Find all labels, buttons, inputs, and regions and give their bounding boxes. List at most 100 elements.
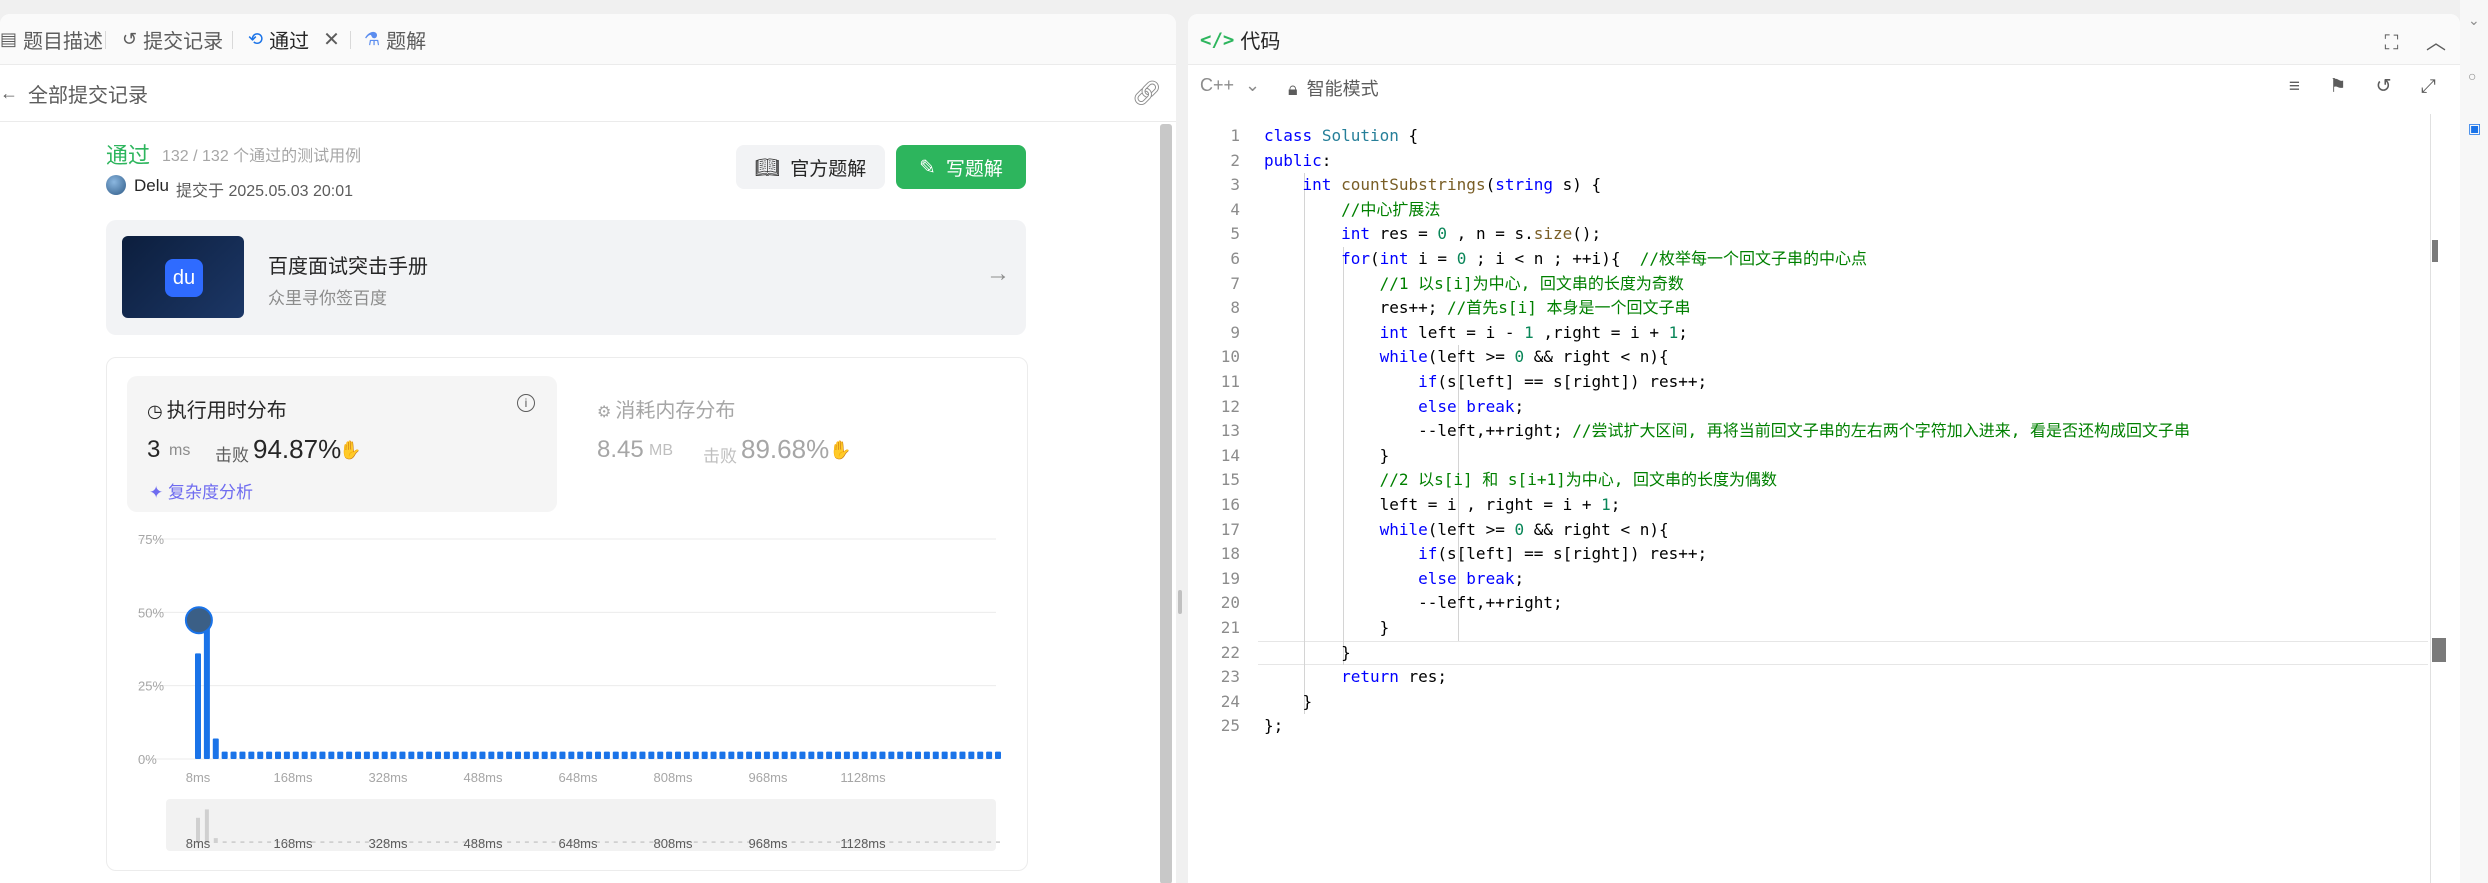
code-line[interactable]: 23 return res; [1188, 665, 1447, 690]
code-text: //2 以s[i] 和 s[i+1]为中心, 回文串的长度为偶数 [1379, 470, 1777, 490]
testcase-summary: 132 / 132 个通过的测试用例 [162, 148, 362, 165]
line-number: 11 [1220, 372, 1240, 391]
line-number: 21 [1220, 618, 1240, 637]
code-line[interactable]: 22 } [1188, 641, 1351, 666]
memory-distribution-tab[interactable]: ⚙ 消耗内存分布 [597, 394, 735, 423]
write-solution-button[interactable]: ✎ 写题解 [896, 145, 1026, 189]
tab-accepted[interactable]: ⟲ 通过 ✕ [248, 25, 340, 53]
overview-bar [720, 841, 725, 843]
overview-bar [542, 841, 547, 843]
code-line[interactable]: 20 --left,++right; [1188, 591, 1563, 616]
overview-tick-label: 1128ms [840, 836, 886, 851]
code-line[interactable]: 8 res++; //首先s[i] 本身是一个回文子串 [1188, 296, 1690, 321]
promo-card[interactable]: du 百度面试突击手册 众里寻你签百度 → [106, 220, 1026, 335]
code-line[interactable]: 12 else break; [1188, 395, 1524, 420]
line-number: 1 [1230, 126, 1240, 145]
code-title-text: 代码 [1240, 31, 1281, 53]
code-line[interactable]: 18 if(s[left] == s[right]) res++; [1188, 542, 1707, 567]
format-icon[interactable]: ≡ [2289, 76, 2312, 97]
smart-mode-toggle[interactable]: 🔒︎ 智能模式 [1288, 75, 1379, 101]
overview-bar [533, 841, 538, 843]
line-number: 20 [1220, 593, 1240, 613]
author-name[interactable]: Delu [134, 176, 169, 196]
runtime-distribution-tab[interactable]: ◷ 执行用时分布 i 3 ms 击败 94.87% ✋ ✦ 复杂度分析 [127, 376, 557, 512]
runtime-value: 3 [147, 436, 161, 463]
code-line[interactable]: 9 int left = i - 1 ,right = i + 1; [1188, 321, 1688, 346]
code-line[interactable]: 5 int res = 0 , n = s.size(); [1188, 222, 1601, 247]
overview-bar [978, 841, 983, 843]
search-icon[interactable]: ○ [2468, 68, 2476, 84]
runtime-distribution-chart[interactable]: 75% 50% 25% 0% 8ms 168ms 328ms 488ms 648ms 808ms 9… [106, 524, 1026, 854]
overview-bar [320, 841, 325, 843]
histogram-bar [772, 751, 779, 759]
code-line[interactable]: 6 for(int i = 0 ; i < n ; ++i){ //枚举每一个回… [1188, 247, 1867, 272]
overview-bar [347, 841, 352, 843]
code-line[interactable]: 11 if(s[left] == s[right]) res++; [1188, 370, 1707, 395]
histogram-bar [266, 751, 273, 759]
code-line[interactable]: 3 int countSubstrings(string s) { [1188, 173, 1601, 198]
memory-value: 8.45 [597, 436, 644, 463]
code-editor[interactable]: 1 class Solution {2 public: 3 int countSubs… [1188, 114, 2432, 883]
avatar[interactable] [106, 175, 126, 195]
code-line[interactable]: 13 --left,++right; //尝试扩大区间, 再将当前回文子串的左右… [1188, 419, 2190, 444]
code-line[interactable]: 24 } [1188, 690, 1312, 715]
back-to-submissions[interactable]: ← 全部提交记录 [0, 65, 148, 121]
histogram-bar [870, 751, 877, 759]
editor-scrollbar[interactable] [2430, 114, 2431, 883]
submission-panel: ▤ 题目描述 ↺ 提交记录 ⟲ 通过 ✕ ⚗ 题解 ← 全部提交记录 🔗︎ 通过… [0, 14, 1176, 883]
close-icon[interactable]: ✕ [323, 27, 340, 52]
histogram-bar [710, 751, 717, 759]
code-text: while(left >= 0 && right < n){ [1379, 347, 1669, 367]
panel-splitter[interactable] [1178, 590, 1182, 614]
tab-submissions[interactable]: ↺ 提交记录 [122, 25, 223, 53]
code-line[interactable]: 10 while(left >= 0 && right < n){ [1188, 345, 1669, 370]
histogram-bar [319, 751, 326, 759]
code-line[interactable]: 25}; [1188, 714, 1284, 739]
code-toolbar: C++ ⌄ 🔒︎ 智能模式 ≡ ⚑ ↺ ⤢ [1188, 65, 2460, 109]
expand-icon[interactable]: ⤢ [2421, 76, 2448, 97]
line-number: 6 [1230, 249, 1240, 268]
fullscreen-icon[interactable]: ⛶ [2384, 32, 2398, 54]
status-accepted: 通过 [106, 143, 151, 168]
code-line[interactable]: 17 while(left >= 0 && right < n){ [1188, 518, 1669, 543]
tab-solutions[interactable]: ⚗ 题解 [364, 25, 426, 53]
reset-icon[interactable]: ↺ [2376, 76, 2404, 97]
promo-title: 百度面试突击手册 [268, 256, 428, 278]
histogram-bar [879, 751, 886, 759]
editor-scroll-thumb[interactable] [2432, 240, 2438, 262]
left-scrollbar[interactable] [1160, 124, 1172, 883]
histogram-bar [666, 751, 673, 759]
code-line[interactable]: 21 } [1188, 616, 1390, 641]
bookmark-icon[interactable]: ⚑ [2329, 76, 2358, 97]
info-icon[interactable]: i [517, 394, 535, 412]
histogram-bar [355, 751, 361, 759]
chevron-down-icon[interactable]: ⌄ [2468, 12, 2480, 29]
histogram-bar [497, 751, 504, 759]
code-line[interactable]: 14 } [1188, 444, 1390, 469]
overview-tick-label: 328ms [368, 836, 408, 851]
language-select[interactable]: C++ ⌄ [1200, 75, 1260, 96]
code-line[interactable]: 1 class Solution { [1188, 124, 1418, 149]
complexity-analysis-link[interactable]: ✦ 复杂度分析 [149, 478, 253, 503]
collapse-icon[interactable]: ︿ [2426, 32, 2446, 54]
histogram-bar [381, 751, 388, 759]
official-solution-button[interactable]: 📖︎ 官方题解 [736, 145, 885, 189]
note-icon[interactable]: ▣ [2468, 120, 2481, 137]
code-line[interactable]: 19 else break; [1188, 567, 1524, 592]
overview-tick-label: 808ms [653, 836, 693, 851]
y-tick-label: 50% [138, 605, 164, 620]
link-icon[interactable]: 🔗︎ [1132, 79, 1162, 108]
tab-description[interactable]: ▤ 题目描述 [0, 25, 103, 53]
overview-bar [507, 841, 512, 843]
memory-title-text: 消耗内存分布 [615, 400, 736, 422]
code-line[interactable]: 7 //1 以s[i]为中心, 回文串的长度为奇数 [1188, 272, 1684, 297]
histogram-bar [959, 751, 966, 759]
histogram-bar [701, 751, 708, 759]
code-line[interactable]: 4 //中心扩展法 [1188, 198, 1440, 223]
code-line[interactable]: 2 public: [1188, 149, 1331, 174]
code-line[interactable]: 16 left = i , right = i + 1; [1188, 493, 1621, 518]
code-line[interactable]: 15 //2 以s[i] 和 s[i+1]为中心, 回文串的长度为偶数 [1188, 468, 1777, 493]
memory-beats: 89.68% [741, 434, 830, 464]
overview-bar [924, 841, 929, 843]
histogram-bar [995, 751, 1001, 759]
